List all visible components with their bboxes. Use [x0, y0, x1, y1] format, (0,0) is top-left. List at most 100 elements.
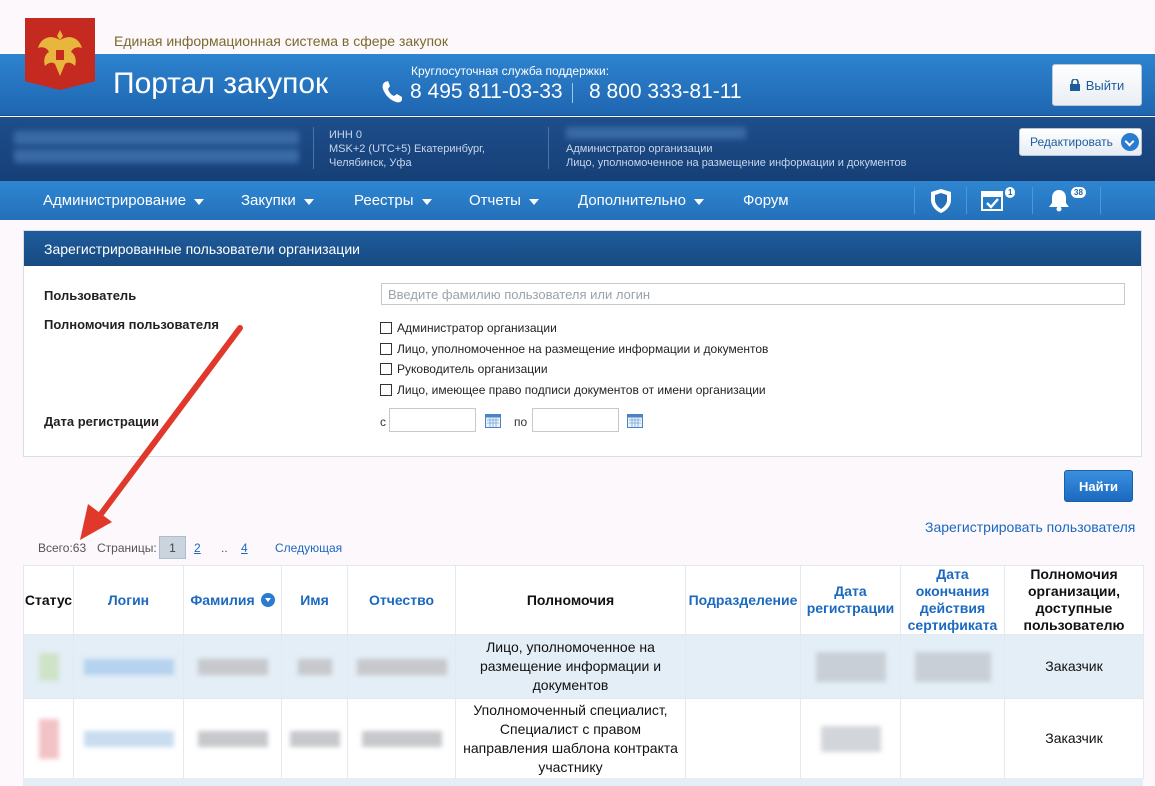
checkbox-label: Лицо, уполномоченное на размещение инфор…: [397, 342, 769, 356]
chevron-down-icon: [1120, 133, 1139, 151]
caret-down-icon: [303, 198, 314, 205]
phone-number-1: 8 495 811-03-33: [410, 80, 563, 103]
status-cell: [23, 698, 74, 779]
system-title: Единая информационная система в сфере за…: [114, 33, 448, 49]
rights-option-head[interactable]: Руководитель организации: [380, 362, 548, 376]
checkbox-label: Администратор организации: [397, 321, 557, 335]
nav-label: Дополнительно: [578, 192, 686, 209]
column-header-reg-date[interactable]: Дата регистрации: [800, 565, 901, 635]
nav-label: Отчеты: [469, 192, 521, 209]
date-from-input[interactable]: [389, 408, 476, 432]
logout-label: Выйти: [1085, 77, 1125, 93]
nav-item-additional[interactable]: Дополнительно: [578, 192, 704, 209]
nav-item-purchases[interactable]: Закупки: [241, 192, 314, 209]
redacted-user-name: [566, 127, 746, 139]
user-role: Администратор организации: [566, 143, 713, 155]
column-header-login[interactable]: Логин: [73, 565, 184, 635]
table-row[interactable]: Лицо, уполномоченное на размещение инфор…: [23, 634, 1144, 699]
column-header-cert-end[interactable]: Дата окончания действия сертификата: [900, 565, 1005, 635]
column-header-patronymic[interactable]: Отчество: [347, 565, 456, 635]
rights-option-admin[interactable]: Администратор организации: [380, 321, 557, 335]
date-to-input[interactable]: [532, 408, 619, 432]
edit-label: Редактировать: [1030, 135, 1113, 149]
cert-end-cell: [900, 698, 1005, 779]
reg-date-cell: [800, 634, 901, 699]
phone-number-2: 8 800 333-81-11: [589, 80, 742, 103]
panel-title: Зарегистрированные пользователи организа…: [24, 231, 1141, 266]
next-page-link[interactable]: Следующая: [275, 541, 342, 555]
column-header-name[interactable]: Имя: [281, 565, 348, 635]
name-cell: [281, 634, 348, 699]
find-button[interactable]: Найти: [1064, 470, 1133, 502]
timezone-text: MSK+2 (UTC+5) Екатеринбург,: [329, 143, 485, 155]
filter-panel: Зарегистрированные пользователи организа…: [23, 230, 1142, 457]
name-cell: [281, 698, 348, 779]
nav-label: Закупки: [241, 192, 296, 209]
rights-option-signer[interactable]: Лицо, имеющее право подписи документов о…: [380, 383, 766, 397]
coat-of-arms-logo[interactable]: [25, 18, 95, 90]
checkbox[interactable]: [380, 363, 392, 375]
calendar-icon[interactable]: [627, 414, 643, 428]
userbar-separator-2: [548, 127, 549, 169]
status-cell: [23, 634, 74, 699]
edit-button[interactable]: Редактировать: [1019, 128, 1142, 156]
nav-separator: [1100, 187, 1101, 214]
column-header-status: Статус: [23, 565, 74, 635]
checkbox[interactable]: [380, 343, 392, 355]
register-user-link[interactable]: Зарегистрировать пользователя: [925, 519, 1135, 535]
user-info-bar: ИНН 0 MSK+2 (UTC+5) Екатеринбург, Челяби…: [0, 117, 1155, 181]
next-row-edge: [23, 778, 1143, 786]
calendar-icon[interactable]: [485, 414, 501, 428]
page-link-2[interactable]: 2: [194, 541, 201, 555]
department-cell: [685, 698, 801, 779]
checkbox-label: Лицо, имеющее право подписи документов о…: [397, 383, 766, 397]
calendar-check-icon[interactable]: [980, 188, 1004, 212]
redacted-org-name: [14, 131, 299, 145]
lock-icon: [1069, 79, 1080, 91]
table-row[interactable]: Уполномоченный специалист, Специалист с …: [23, 698, 1144, 779]
user-search-input[interactable]: [381, 283, 1125, 305]
shield-icon[interactable]: [929, 188, 953, 214]
nav-item-reports[interactable]: Отчеты: [469, 192, 539, 209]
login-cell[interactable]: [73, 698, 184, 779]
department-cell: [685, 634, 801, 699]
date-label: Дата регистрации: [44, 414, 160, 429]
portal-title[interactable]: Портал закупок: [113, 67, 328, 101]
phone-icon: [382, 81, 402, 103]
column-header-surname[interactable]: Фамилия: [183, 565, 282, 635]
page-link-last[interactable]: 4: [241, 541, 248, 555]
nav-label: Форум: [743, 192, 789, 209]
checkbox[interactable]: [380, 322, 392, 334]
support-label: Круглосуточная служба поддержки:: [411, 64, 610, 78]
rights-cell: Лицо, уполномоченное на размещение инфор…: [455, 634, 686, 699]
nav-item-registries[interactable]: Реестры: [354, 192, 432, 209]
sort-down-icon[interactable]: [260, 592, 275, 607]
date-from-label: с: [380, 415, 386, 429]
nav-label: Реестры: [354, 192, 414, 209]
checkbox-label: Руководитель организации: [397, 362, 548, 376]
rights-label: Полномочия пользователя: [44, 317, 219, 332]
nav-separator: [1032, 187, 1033, 214]
page-current[interactable]: 1: [159, 536, 186, 559]
bell-icon[interactable]: [1047, 188, 1071, 212]
timezone-text-2: Челябинск, Уфа: [329, 157, 412, 169]
userbar-separator: [313, 127, 314, 169]
patronymic-cell: [347, 698, 456, 779]
user-label: Пользователь: [44, 288, 137, 303]
rights-option-publisher[interactable]: Лицо, уполномоченное на размещение инфор…: [380, 342, 768, 356]
nav-label: Администрирование: [43, 192, 187, 209]
nav-item-administration[interactable]: Администрирование: [43, 192, 205, 209]
column-header-rights: Полномочия: [455, 565, 686, 635]
cert-end-cell: [900, 634, 1005, 699]
column-header-department[interactable]: Подразделение: [685, 565, 801, 635]
caret-down-icon: [528, 198, 539, 205]
nav-item-forum[interactable]: Форум: [743, 192, 789, 209]
surname-cell: [183, 698, 282, 779]
date-to-label: по: [514, 415, 528, 429]
login-cell[interactable]: [73, 634, 184, 699]
org-rights-cell: Заказчик: [1004, 634, 1144, 699]
checkbox[interactable]: [380, 384, 392, 396]
caret-down-icon: [194, 198, 205, 205]
table-header-row: Статус Логин Фамилия Имя Отчество Полном…: [23, 565, 1144, 635]
logout-button[interactable]: Выйти: [1052, 64, 1142, 106]
